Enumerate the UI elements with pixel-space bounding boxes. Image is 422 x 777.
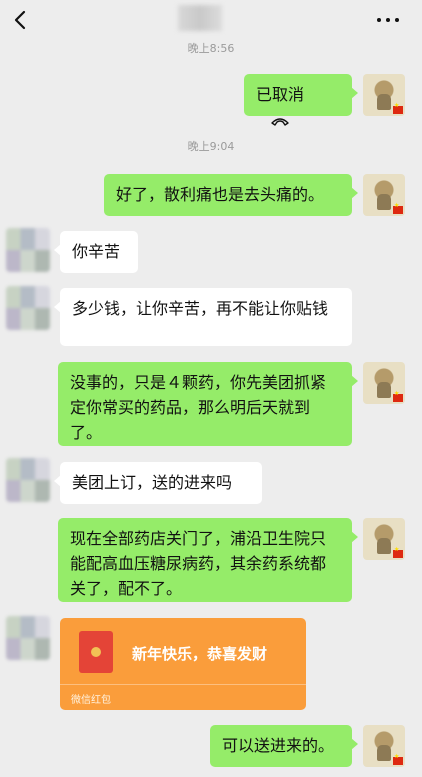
back-button[interactable]: [6, 6, 34, 34]
my-avatar[interactable]: [363, 74, 405, 116]
message-bubble[interactable]: 美团上订，送的进来吗: [54, 462, 262, 504]
message-bubble[interactable]: 可以送进来的。: [210, 725, 358, 767]
my-avatar[interactable]: [363, 518, 405, 560]
message-text: 可以送进来的。: [222, 736, 335, 755]
more-options-button[interactable]: [372, 8, 404, 32]
message-bubble[interactable]: 多少钱，让你辛苦，再不能让你贴钱: [54, 288, 352, 346]
chat-title-blurred: [178, 5, 222, 31]
message-text: 美团上订，送的进来吗: [72, 473, 233, 492]
contact-avatar[interactable]: [6, 616, 50, 660]
message-bubble[interactable]: 现在全部药店关门了，浦沿卫生院只能配高血压糖尿病药，其余药系统都关了，配不了。: [58, 518, 358, 602]
message-text: 现在全部药店关门了，浦沿卫生院只能配高血压糖尿病药，其余药系统都关了，配不了。: [70, 529, 327, 598]
message-bubble[interactable]: 好了，散利痛也是去头痛的。: [104, 174, 358, 216]
contact-avatar[interactable]: [6, 228, 50, 272]
message-text: 好了，散利痛也是去头痛的。: [116, 185, 325, 204]
red-packet-message[interactable]: 新年快乐，恭喜发财 微信红包: [60, 618, 306, 710]
my-avatar[interactable]: [363, 362, 405, 404]
red-packet-label: 微信红包: [71, 695, 111, 706]
chat-header: [0, 0, 422, 40]
message-bubble[interactable]: 你辛苦: [54, 231, 138, 273]
more-horizontal-icon: [377, 18, 381, 22]
message-text: 你辛苦: [72, 242, 121, 261]
timestamp: 晚上8:56: [187, 42, 235, 55]
my-avatar[interactable]: [363, 725, 405, 767]
red-envelope-icon: [79, 631, 113, 673]
my-avatar[interactable]: [363, 174, 405, 216]
message-text: 多少钱，让你辛苦，再不能让你贴钱: [72, 299, 329, 318]
china-flag-icon: [393, 390, 403, 402]
hangup-icon: [271, 117, 289, 126]
message-bubble-call-cancelled[interactable]: 已取消: [244, 74, 358, 126]
china-flag-icon: [393, 546, 403, 558]
message-bubble[interactable]: 没事的，只是４颗药，你先美团抓紧定你常买的药品，那么明后天就到了。: [58, 362, 358, 446]
contact-avatar[interactable]: [6, 286, 50, 330]
china-flag-icon: [393, 202, 403, 214]
message-text: 已取消: [256, 85, 305, 104]
chevron-left-icon: [14, 10, 26, 30]
contact-avatar[interactable]: [6, 458, 50, 502]
china-flag-icon: [393, 753, 403, 765]
message-text: 没事的，只是４颗药，你先美团抓紧定你常买的药品，那么明后天就到了。: [70, 373, 327, 442]
red-packet-title: 新年快乐，恭喜发财: [132, 645, 268, 663]
china-flag-icon: [393, 102, 403, 114]
timestamp: 晚上9:04: [187, 140, 235, 153]
red-packet-footer: 微信红包: [60, 684, 306, 710]
